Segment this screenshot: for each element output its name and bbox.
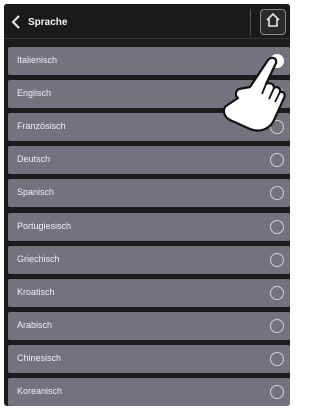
radio-button[interactable] <box>270 351 284 366</box>
language-label: Spanisch <box>17 187 55 198</box>
radio-button[interactable] <box>270 219 284 234</box>
language-row[interactable]: Italienisch <box>8 47 290 75</box>
language-row[interactable]: Kroatisch <box>8 278 290 307</box>
language-row[interactable]: Koreanisch <box>8 378 290 406</box>
radio-button[interactable] <box>270 186 284 201</box>
language-row[interactable]: Englisch <box>8 80 290 109</box>
back-button[interactable]: Sprache <box>10 12 67 32</box>
language-row[interactable]: Portugiesisch <box>8 212 290 241</box>
language-row[interactable]: Arabisch <box>8 311 290 340</box>
language-label: Koreanisch <box>17 386 63 396</box>
chevron-left-icon <box>10 14 24 30</box>
language-label: Englisch <box>17 88 52 99</box>
header-bar: Sprache <box>4 4 290 39</box>
radio-button[interactable] <box>270 252 284 267</box>
language-label: Arabisch <box>17 319 53 330</box>
language-row[interactable]: Spanisch <box>8 179 290 208</box>
home-button[interactable] <box>260 9 286 35</box>
language-label: Italienisch <box>17 55 58 65</box>
language-row[interactable]: Deutsch <box>8 146 290 175</box>
language-row[interactable]: Chinesisch <box>8 344 290 373</box>
radio-button[interactable] <box>270 318 284 333</box>
header-divider <box>250 9 251 35</box>
language-screen: Sprache Italienisch Englisch Französisch De… <box>4 4 290 406</box>
radio-button[interactable] <box>270 153 284 168</box>
language-label: Französisch <box>17 121 66 132</box>
language-label: Portugiesisch <box>17 220 72 231</box>
radio-button[interactable] <box>270 120 284 135</box>
language-row[interactable]: Französisch <box>8 113 290 142</box>
language-label: Deutsch <box>17 154 51 165</box>
home-icon <box>265 12 281 33</box>
radio-button[interactable] <box>270 285 284 300</box>
language-row[interactable]: Griechisch <box>8 245 290 274</box>
language-label: Kroatisch <box>17 286 55 297</box>
radio-button[interactable] <box>270 385 284 399</box>
language-label: Chinesisch <box>17 352 62 363</box>
radio-button[interactable] <box>270 87 284 102</box>
page-title: Sprache <box>28 16 68 28</box>
language-label: Griechisch <box>17 253 60 264</box>
radio-button[interactable] <box>270 54 284 68</box>
